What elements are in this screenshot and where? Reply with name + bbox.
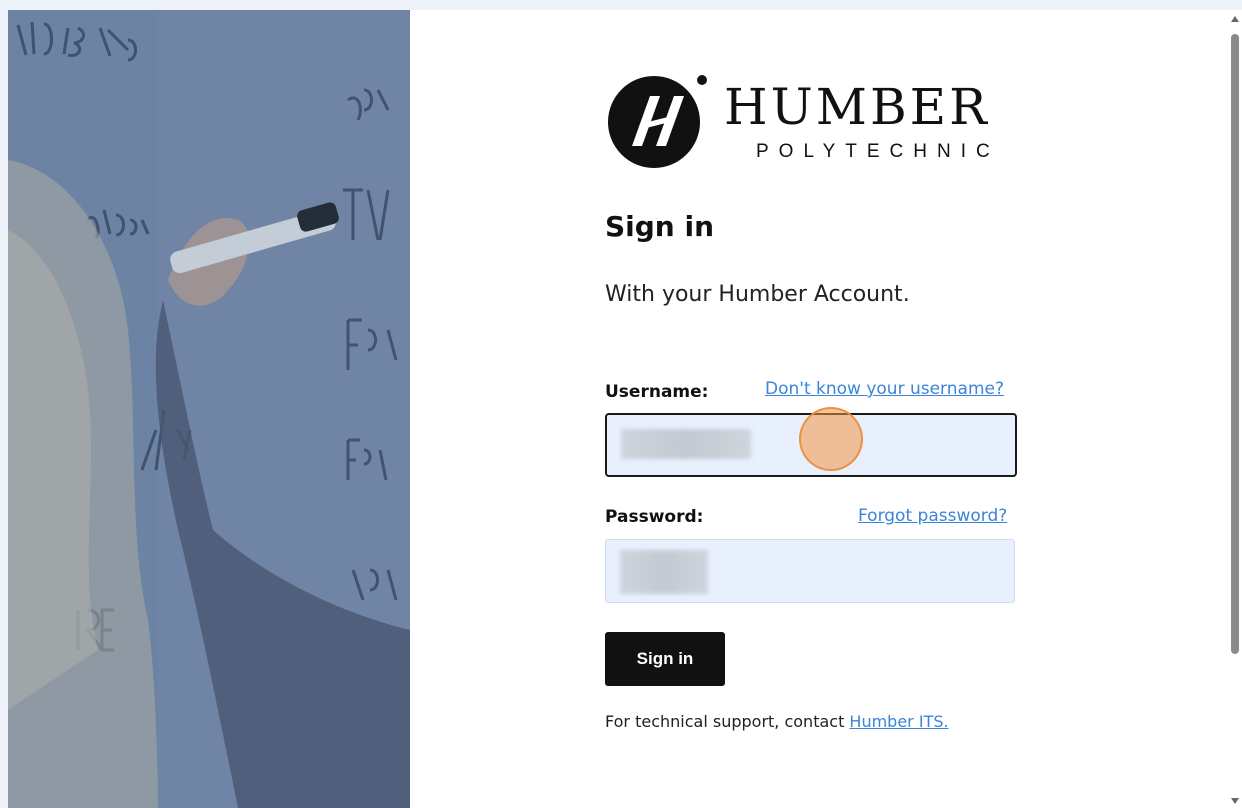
forgot-password-link[interactable]: Forgot password? xyxy=(858,506,1007,526)
brand-subname: POLYTECHNIC xyxy=(756,141,1000,162)
password-field[interactable] xyxy=(605,539,1015,603)
page-subtitle: With your Humber Account. xyxy=(605,282,910,307)
login-panel: HUMBER POLYTECHNIC Sign in With your Hum… xyxy=(410,10,1228,808)
scrollbar[interactable] xyxy=(1228,10,1242,808)
scroll-up-arrow-icon[interactable] xyxy=(1231,16,1239,22)
support-text: For technical support, contact Humber IT… xyxy=(605,712,949,731)
scroll-down-arrow-icon[interactable] xyxy=(1231,798,1239,804)
brand-name: HUMBER xyxy=(724,78,990,136)
humber-h-logo-icon xyxy=(608,75,707,168)
hero-image xyxy=(8,10,410,808)
scrollbar-thumb[interactable] xyxy=(1231,34,1239,654)
sign-in-button[interactable]: Sign in xyxy=(605,632,725,686)
password-label: Password: xyxy=(605,507,704,527)
forgot-username-link[interactable]: Don't know your username? xyxy=(765,379,1004,399)
page-title: Sign in xyxy=(605,210,715,243)
humber-its-link[interactable]: Humber ITS. xyxy=(849,712,948,731)
username-field[interactable] xyxy=(605,413,1017,477)
whiteboard-illustration xyxy=(8,10,410,808)
redacted-username xyxy=(621,429,751,459)
redacted-password xyxy=(620,550,708,594)
username-label: Username: xyxy=(605,382,709,402)
support-message: For technical support, contact xyxy=(605,712,850,731)
humber-logo: HUMBER POLYTECHNIC xyxy=(606,68,1016,172)
